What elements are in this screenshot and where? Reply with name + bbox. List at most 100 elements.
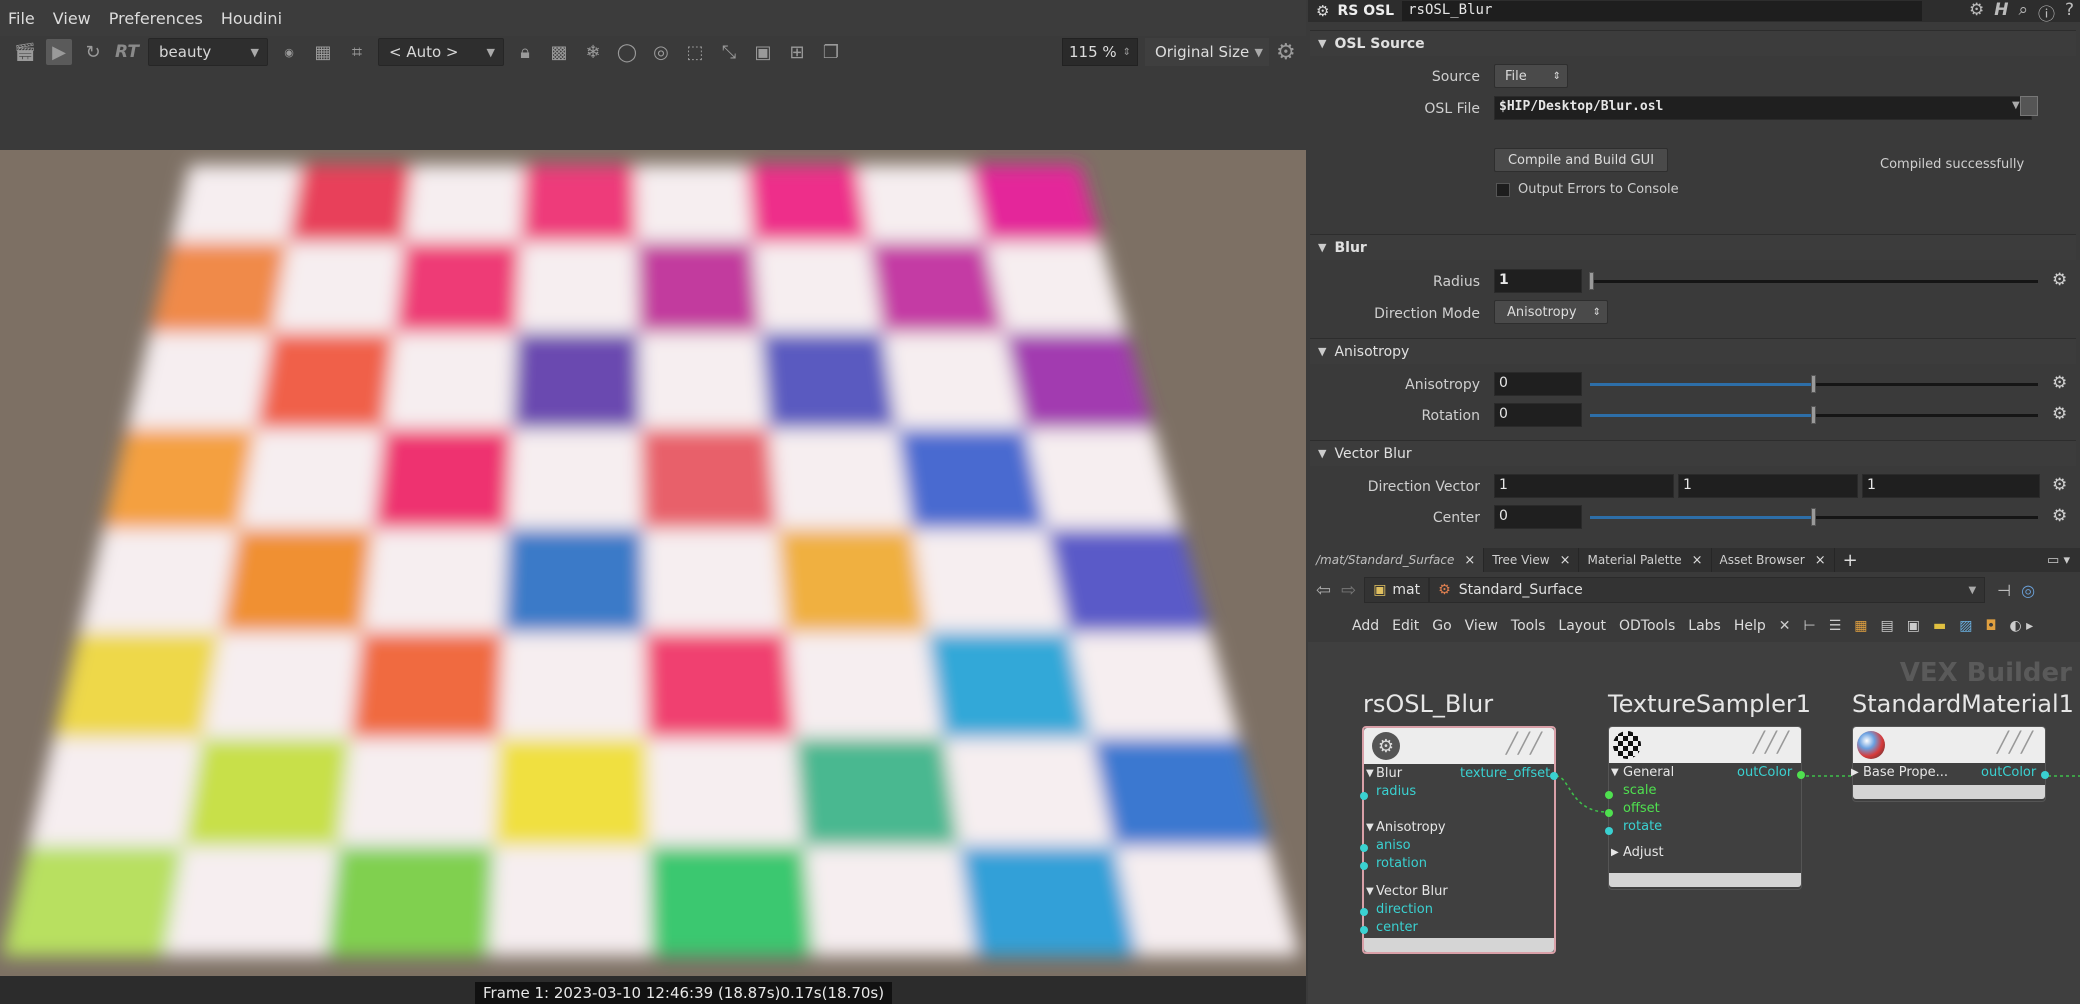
search-icon[interactable]: ⌕ <box>2018 0 2028 25</box>
node-rsosl-blur[interactable]: ⚙ ╱╱╱ ▼ Blur texture_offset radius ▼ Ani… <box>1360 726 1558 954</box>
tab-material-palette[interactable]: Material Palette × <box>1579 548 1712 572</box>
tab-asset-browser[interactable]: Asset Browser × <box>1712 548 1835 572</box>
net-menu-odtools[interactable]: ODTools <box>1619 618 1675 634</box>
close-icon[interactable]: × <box>1815 553 1826 568</box>
gear-icon[interactable]: ⚙ <box>2052 373 2067 393</box>
direction-mode-dropdown[interactable]: Anisotropy ⇕ <box>1494 300 1608 324</box>
rotation-slider-handle[interactable] <box>1811 406 1816 424</box>
help-icon[interactable]: ? <box>2065 0 2074 25</box>
output-dot[interactable] <box>1550 772 1558 780</box>
copy-icon[interactable]: ❐ <box>818 39 844 65</box>
net-menu-layout[interactable]: Layout <box>1558 618 1606 634</box>
pick-icon[interactable]: ⤡ <box>716 39 742 65</box>
net-menu-labs[interactable]: Labs <box>1688 618 1721 634</box>
image-icon[interactable]: ▨ <box>1959 618 1972 634</box>
dot-icon[interactable]: ◘ <box>1985 618 1996 634</box>
input-dot[interactable] <box>1360 926 1368 934</box>
close-icon[interactable]: × <box>1692 553 1703 568</box>
network-box-icon[interactable]: ▣ <box>1907 618 1920 634</box>
tab-mat-standard-surface[interactable]: /mat/Standard_Surface × <box>1308 548 1485 572</box>
network-canvas[interactable]: VEX Builder rsOSL_Blur ⚙ ╱╱╱ ▼ Blur text… <box>1308 642 2080 1004</box>
camera-dropdown[interactable]: < Auto > ▼ <box>378 38 504 66</box>
focus-icon[interactable]: ◎ <box>648 39 674 65</box>
input-dot[interactable] <box>1360 844 1368 852</box>
sticky-note-icon[interactable]: ▬ <box>1933 618 1946 634</box>
net-menu-view[interactable]: View <box>1465 618 1498 634</box>
input-dot[interactable] <box>1605 809 1613 817</box>
input-dot[interactable] <box>1605 827 1613 835</box>
render-icon[interactable]: ▶ <box>46 39 72 65</box>
houdini-help-icon[interactable]: H <box>1994 0 2008 25</box>
back-arrow-icon[interactable]: ⇦ <box>1316 580 1331 601</box>
compile-button[interactable]: Compile and Build GUI <box>1494 148 1668 172</box>
region-icon[interactable]: ⬚ <box>682 39 708 65</box>
input-dot[interactable] <box>1360 908 1368 916</box>
snapshot-add-icon[interactable]: ⊞ <box>784 39 810 65</box>
close-icon[interactable]: × <box>1464 553 1475 568</box>
output-errors-checkbox[interactable] <box>1496 183 1510 197</box>
menu-file[interactable]: File <box>8 9 35 28</box>
circle-select-icon[interactable]: ◯ <box>614 39 640 65</box>
rotation-field[interactable]: 0 <box>1494 403 1582 427</box>
thumbnail-icon[interactable]: ▤ <box>1881 618 1894 634</box>
section-anisotropy[interactable]: ▼ Anisotropy <box>1310 338 2076 364</box>
rt-toggle[interactable]: RT <box>114 39 140 65</box>
menu-preferences[interactable]: Preferences <box>109 9 203 28</box>
clapper-icon[interactable]: 🎬︎ <box>12 39 38 65</box>
grid-icon[interactable]: ▦ <box>310 39 336 65</box>
wrench-icon[interactable]: ✕ <box>1779 618 1791 634</box>
center-field[interactable]: 0 <box>1494 505 1582 529</box>
list-icon[interactable]: ☰ <box>1829 618 1842 634</box>
section-vector-blur[interactable]: ▼ Vector Blur <box>1310 440 2076 466</box>
net-menu-add[interactable]: Add <box>1352 618 1379 634</box>
image-icon[interactable]: ▣ <box>750 39 776 65</box>
file-chooser-icon[interactable] <box>2020 96 2038 116</box>
palette-grid-icon[interactable]: ▦ <box>1854 618 1867 634</box>
more-icon[interactable]: ◐ ▸ <box>2010 618 2034 634</box>
anisotropy-slider-handle[interactable] <box>1811 375 1816 393</box>
input-dot[interactable] <box>1360 792 1368 800</box>
net-menu-go[interactable]: Go <box>1432 618 1451 634</box>
tiles-icon[interactable]: ▩ <box>546 39 572 65</box>
lock-icon[interactable]: 🔒︎ <box>512 39 538 65</box>
gear-icon[interactable]: ⚙ <box>1276 40 1296 65</box>
net-menu-tools[interactable]: Tools <box>1511 618 1546 634</box>
tree-icon[interactable]: ⊢ <box>1804 618 1816 634</box>
gear-icon[interactable]: ⚙ <box>1316 2 1329 20</box>
pin-icon[interactable]: ⊣ <box>1997 581 2011 600</box>
section-blur[interactable]: ▼ Blur <box>1310 234 2076 260</box>
radius-slider-handle[interactable] <box>1589 272 1594 290</box>
net-menu-help[interactable]: Help <box>1734 618 1766 634</box>
output-dot[interactable] <box>1797 771 1805 779</box>
center-slider-handle[interactable] <box>1811 508 1816 526</box>
section-osl-source[interactable]: ▼ OSL Source <box>1310 30 2076 56</box>
anisotropy-field[interactable]: 0 <box>1494 372 1582 396</box>
gear-icon[interactable]: ⚙ <box>2052 475 2067 495</box>
breadcrumb-mat[interactable]: ▣ mat <box>1364 577 1430 603</box>
node-name-field[interactable]: rsOSL_Blur <box>1402 1 1923 21</box>
info-icon[interactable]: ⓘ <box>2038 0 2055 25</box>
zoom-field[interactable]: 115 % ⇕ <box>1062 38 1138 66</box>
radius-slider-track[interactable] <box>1590 280 2038 283</box>
source-dropdown[interactable]: File ⇕ <box>1494 64 1568 88</box>
link-icon[interactable]: ◎ <box>2021 581 2035 600</box>
pane-menu-icon[interactable]: ▭ ▾ <box>2047 553 2070 568</box>
output-dot[interactable] <box>2041 771 2049 779</box>
menu-houdini[interactable]: Houdini <box>221 9 282 28</box>
add-tab-icon[interactable]: + <box>1843 550 1858 571</box>
direction-y-field[interactable]: 1 <box>1678 474 1858 498</box>
chevron-down-icon[interactable]: ▼ <box>2012 100 2020 111</box>
oslfile-field[interactable]: $HIP/Desktop/Blur.osl <box>1494 96 2032 120</box>
node-texture-sampler[interactable]: ╱╱╱ ▼ General outColor scale offset rota… <box>1605 726 1805 890</box>
node-standard-material[interactable]: ╱╱╱ ▶ Base Prope... outColor <box>1851 726 2049 802</box>
rgb-icon[interactable]: ◉ <box>276 39 302 65</box>
input-dot[interactable] <box>1605 791 1613 799</box>
tab-tree-view[interactable]: Tree View × <box>1484 548 1580 572</box>
direction-x-field[interactable]: 1 <box>1494 474 1674 498</box>
breadcrumb-standard-surface[interactable]: ⚙ Standard_Surface ▼ <box>1429 577 1986 603</box>
snowflake-icon[interactable]: ❄ <box>580 39 606 65</box>
gear-icon[interactable]: ⚙ <box>2052 404 2067 424</box>
size-mode-dropdown[interactable]: Original Size ▼ <box>1145 38 1269 66</box>
gear-icon[interactable]: ⚙ <box>2052 506 2067 526</box>
aov-dropdown[interactable]: beauty ▼ <box>148 38 268 66</box>
